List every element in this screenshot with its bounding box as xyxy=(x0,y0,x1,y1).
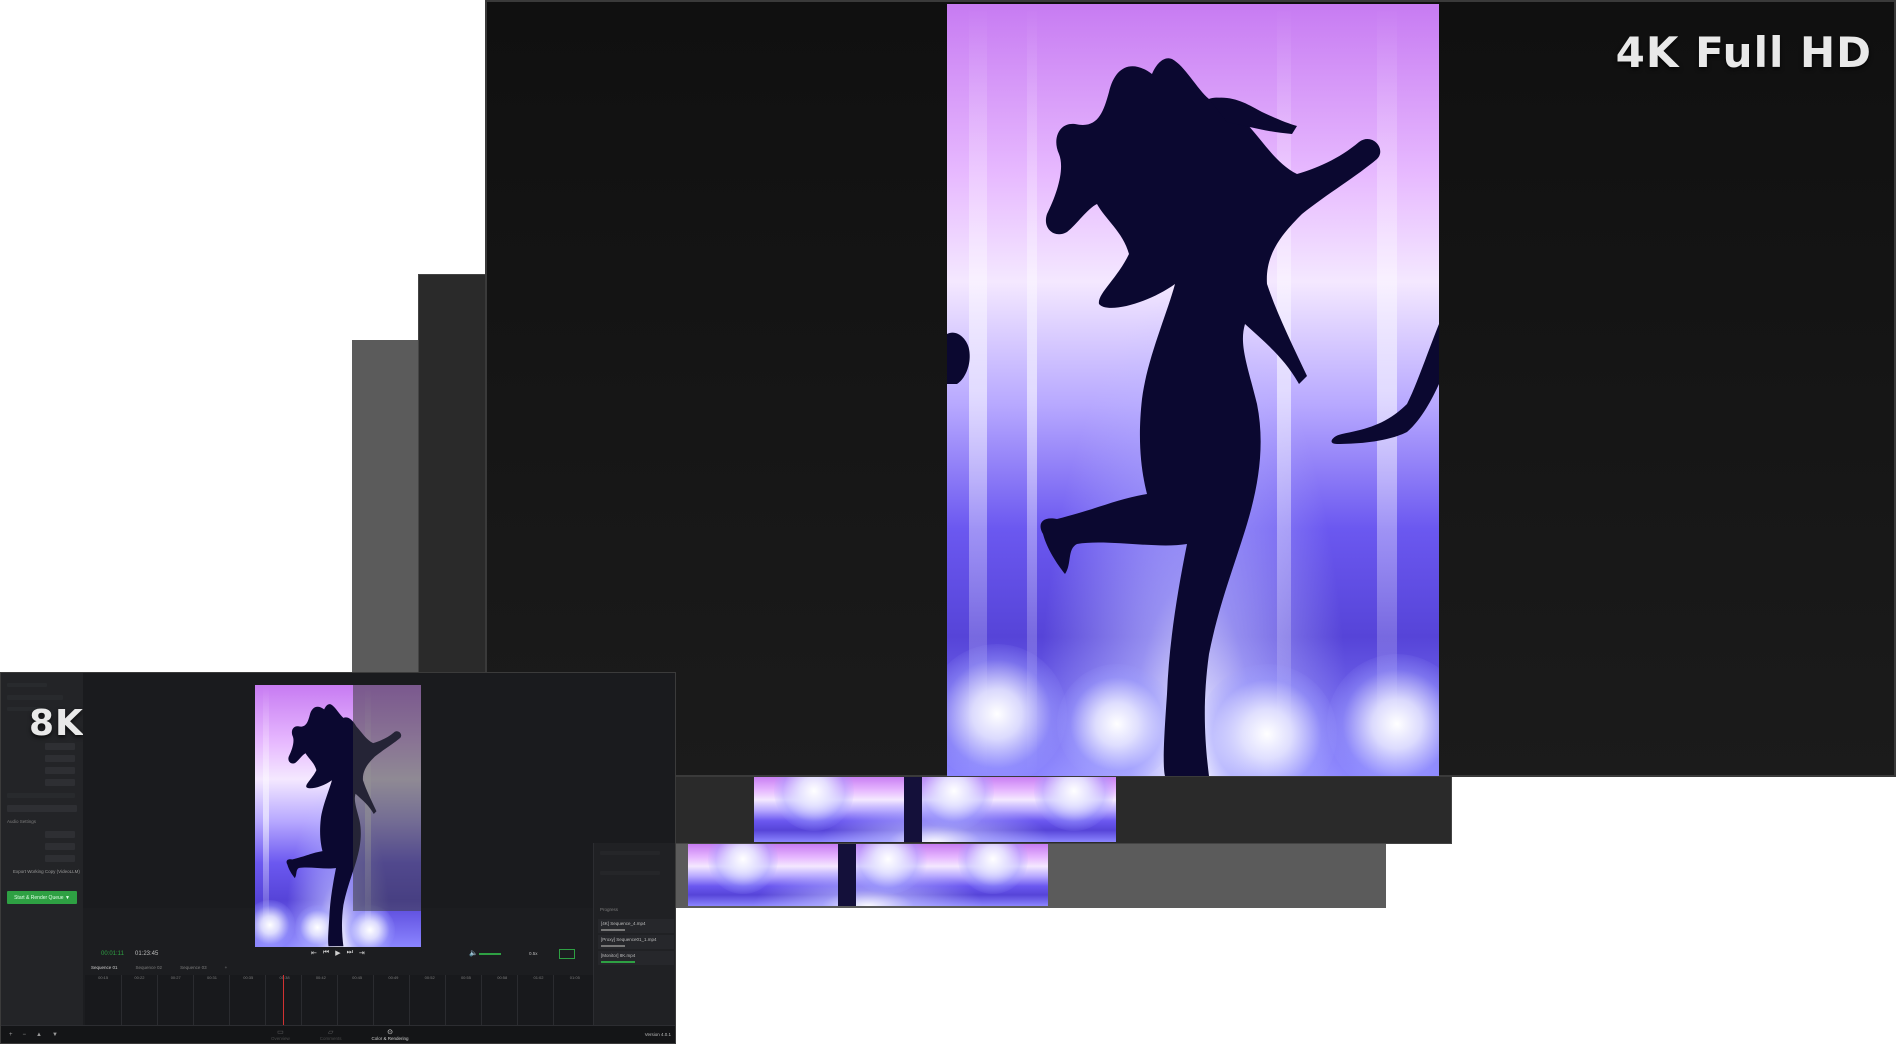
ruler-time-label: 01:02 xyxy=(533,975,544,980)
progress-item-2-label: [Proxy] Sequence01_1.mp4 xyxy=(601,937,657,942)
progress-item-3-label: [Monitor] 8K.mp4 xyxy=(601,953,636,958)
timeline[interactable]: 00:15 00:22 00:27 00:31 00:35 00:38 00:42 00:45… xyxy=(85,975,593,1025)
add-icon[interactable]: + xyxy=(9,1032,13,1038)
progress-item-3[interactable]: [Monitor] 8K.mp4 xyxy=(598,951,674,965)
resolution-label-top: 4K Full HD xyxy=(1615,28,1872,77)
add-sequence-icon[interactable]: + xyxy=(225,965,228,970)
go-to-start-icon[interactable]: ⇤ xyxy=(311,949,317,957)
frame-fullhd-image-strip xyxy=(688,844,1048,906)
progress-item-2[interactable]: [Proxy] Sequence01_1.mp4 xyxy=(598,935,674,949)
remove-icon[interactable]: − xyxy=(23,1032,27,1038)
dancer-silhouette-icon xyxy=(947,58,1439,776)
ruler-time-label: 00:49 xyxy=(388,975,399,980)
volume-slider[interactable] xyxy=(479,953,501,955)
progress-panel: Progress [4K] Sequence_4.mp4 [Proxy] Seq… xyxy=(593,843,675,1025)
progress-heading: Progress xyxy=(600,907,619,912)
ruler-time-label: 00:58 xyxy=(497,975,508,980)
tab-sequence-3[interactable]: Sequence 03 xyxy=(180,965,207,970)
ruler-time-label: 00:27 xyxy=(170,975,181,980)
sequence-tabs: Sequence 01 Sequence 02 Sequence 03 + xyxy=(91,965,227,970)
ruler-time-label: 00:22 xyxy=(134,975,145,980)
bottom-tab-color-rendering-label: Color & Rendering xyxy=(371,1036,409,1041)
frame-4k-image-strip xyxy=(754,776,1116,842)
ruler-time-label: 00:38 xyxy=(279,975,290,980)
move-down-icon[interactable]: ▼ xyxy=(52,1032,58,1038)
previous-frame-icon[interactable]: ⏮ xyxy=(323,949,329,957)
ruler-time-label: 00:31 xyxy=(206,975,217,980)
ruler-time-label: 00:35 xyxy=(243,975,254,980)
audio-field-1[interactable] xyxy=(45,831,75,838)
comments-icon: ▱ xyxy=(327,1029,334,1036)
bottom-tab-comments-label: Comments xyxy=(319,1036,342,1041)
playhead[interactable] xyxy=(283,975,284,1025)
frame-overlap-shade xyxy=(353,685,421,911)
playback-speed[interactable]: 0.5x xyxy=(529,951,538,956)
play-icon[interactable]: ▶ xyxy=(335,949,340,957)
go-to-end-icon[interactable]: ⇥ xyxy=(359,949,365,957)
editor-window: Audio Settings Export Working Copy (Vide… xyxy=(0,672,676,1044)
bottom-tab-comments[interactable]: ▱ Comments xyxy=(320,1028,342,1041)
timecode-current: 00:01:11 xyxy=(101,951,124,957)
ruler-time-label: 00:45 xyxy=(352,975,363,980)
bottom-tab-overview-label: Overview xyxy=(271,1036,290,1041)
status-bar: + − ▲ ▼ ▭ Overview ▱ Comments ⊙ Color & … xyxy=(1,1025,675,1043)
bottom-tab-overview[interactable]: ▭ Overview xyxy=(271,1028,290,1041)
ruler-time-label: 00:15 xyxy=(98,975,109,980)
preview-image xyxy=(947,4,1439,776)
ruler-time-label: 00:52 xyxy=(424,975,435,980)
overview-icon: ▭ xyxy=(277,1029,284,1036)
audio-field-3[interactable] xyxy=(45,855,75,862)
ruler-time-label: 01:05 xyxy=(569,975,580,980)
transport-controls: ⇤ ⏮ ▶ ⏭ ⇥ xyxy=(311,949,365,957)
export-link[interactable]: Export Working Copy (VideoLLM) xyxy=(13,869,80,874)
ruler-time-label: 00:42 xyxy=(315,975,326,980)
start-render-button[interactable]: Start & Render Queue ▼ xyxy=(7,891,77,904)
version-label: Version 4.0.1 xyxy=(644,1032,671,1037)
tab-sequence-1[interactable]: Sequence 01 xyxy=(91,965,118,970)
bottom-tab-color-rendering[interactable]: ⊙ Color & Rendering xyxy=(372,1028,409,1041)
audio-field-2[interactable] xyxy=(45,843,75,850)
tab-sequence-2[interactable]: Sequence 02 xyxy=(136,965,163,970)
loop-toggle[interactable] xyxy=(559,949,575,959)
volume-icon[interactable]: 🔈 xyxy=(469,949,478,957)
resolution-label-bottom: 8K xyxy=(29,703,84,744)
audio-settings-heading: Audio Settings xyxy=(7,819,37,824)
progress-item-1[interactable]: [4K] Sequence_4.mp4 xyxy=(598,919,674,933)
next-frame-icon[interactable]: ⏭ xyxy=(347,949,353,957)
ruler-time-label: 00:55 xyxy=(460,975,471,980)
progress-item-1-label: [4K] Sequence_4.mp4 xyxy=(601,921,646,926)
move-up-icon[interactable]: ▲ xyxy=(36,1032,42,1038)
frame-8k-preview: 4K Full HD xyxy=(485,0,1896,777)
color-rendering-icon: ⊙ xyxy=(387,1029,393,1036)
timecode-total: 01:23:45 xyxy=(135,951,159,957)
